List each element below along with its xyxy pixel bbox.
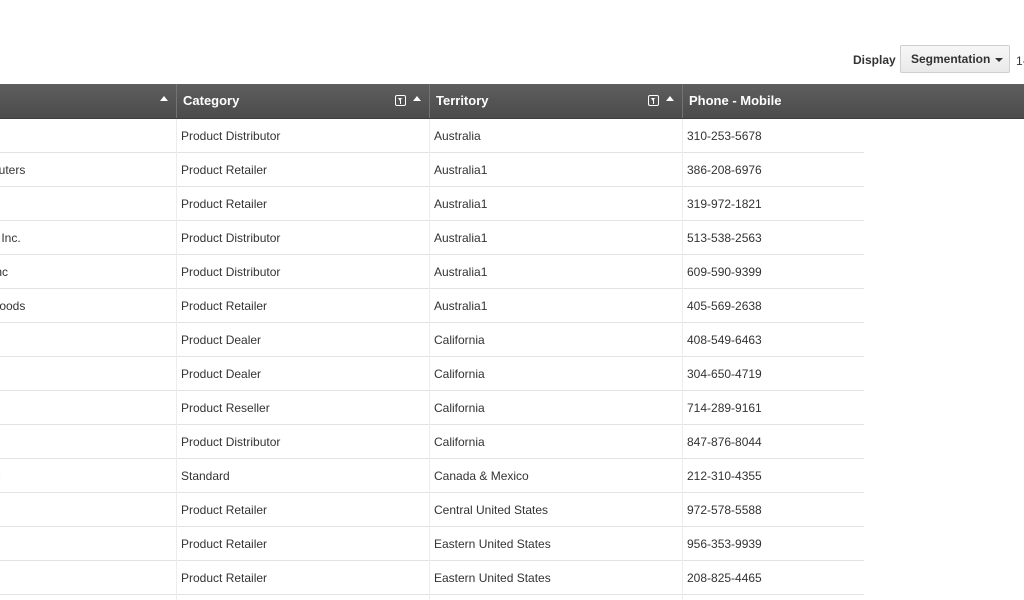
cell-phone-mobile: 386-208-6976 (687, 163, 762, 177)
column-divider (682, 119, 683, 600)
column-divider (176, 119, 177, 600)
cell-category: Product Dealer (181, 367, 262, 381)
cell-name: puters (0, 163, 26, 177)
cell-phone-mobile: 304-650-4719 (687, 367, 762, 381)
cell-territory: California (434, 401, 485, 415)
table-row[interactable]: Product Distributor Australia 310-253-56… (0, 119, 1024, 153)
cell-category: Product Retailer (181, 197, 268, 211)
table-row[interactable]: Product Retailer Central United States 9… (0, 493, 1024, 527)
records-grid: Category Territory Phone - Mobile Produc… (0, 84, 1024, 595)
cell-name (0, 119, 162, 153)
column-header-label: Phone - Mobile (689, 93, 782, 108)
cell-name (0, 561, 162, 595)
column-header-category[interactable]: Category (177, 84, 430, 118)
cell-phone-mobile: 956-353-9939 (687, 537, 762, 551)
table-row[interactable]: Foods Product Retailer Australia1 405-56… (0, 289, 1024, 323)
table-row[interactable]: Product Distributor California 847-876-8… (0, 425, 1024, 459)
cell-category: Product Distributor (181, 129, 281, 143)
sort-ascending-icon[interactable] (413, 96, 421, 101)
cell-phone-mobile: 609-590-9399 (687, 265, 762, 279)
cell-name (0, 425, 162, 459)
table-row[interactable]: Product Dealer California 304-650-4719 (0, 357, 1024, 391)
cell-territory: Australia1 (434, 163, 488, 177)
cell-phone-mobile: 714-289-9161 (687, 401, 762, 415)
table-row[interactable]: . Product Reseller California 714-289-91… (0, 391, 1024, 425)
cell-territory: Australia1 (434, 231, 488, 245)
cell-name (0, 493, 162, 527)
cell-territory: Canada & Mexico (434, 469, 529, 483)
column-divider (429, 119, 430, 600)
table-row[interactable]: Inc Product Distributor Australia1 609-5… (0, 255, 1024, 289)
cell-name: . (0, 391, 162, 425)
column-header-phone-mobile[interactable]: Phone - Mobile (683, 84, 1024, 118)
sort-ascending-icon[interactable] (666, 96, 674, 101)
cell-territory: Australia (434, 129, 481, 143)
cell-category: Standard (181, 469, 230, 483)
filter-icon[interactable] (395, 95, 406, 106)
cell-name (0, 323, 162, 357)
column-header-label: Territory (436, 93, 489, 108)
chevron-down-icon (995, 58, 1003, 62)
cell-category: Product Distributor (181, 435, 281, 449)
cell-phone-mobile: 405-569-2638 (687, 299, 762, 313)
column-header-name[interactable] (0, 84, 177, 118)
cell-phone-mobile: 847-876-8044 (687, 435, 762, 449)
grid-header: Category Territory Phone - Mobile (0, 84, 1024, 119)
cell-territory: Australia1 (434, 299, 488, 313)
cell-name: s Inc. (0, 231, 21, 245)
cell-category: Product Distributor (181, 265, 281, 279)
cell-phone-mobile: 208-825-4465 (687, 571, 762, 585)
table-row[interactable]: puters Product Retailer Australia1 386-2… (0, 153, 1024, 187)
cell-territory: Eastern United States (434, 571, 551, 585)
column-header-label: Category (183, 93, 240, 108)
grid-body: Product Distributor Australia 310-253-56… (0, 119, 1024, 595)
table-row[interactable]: Product Dealer California 408-549-6463 (0, 323, 1024, 357)
table-row[interactable]: Product Retailer Eastern United States 2… (0, 561, 1024, 595)
cell-category: Product Retailer (181, 571, 268, 585)
cell-category: Product Dealer (181, 333, 262, 347)
cell-category: Product Reseller (181, 401, 270, 415)
table-row[interactable]: Product Retailer Australia1 319-972-1821 (0, 187, 1024, 221)
pager-range: 1- (1016, 54, 1024, 68)
display-label: Display (853, 53, 896, 67)
cell-category: Product Retailer (181, 299, 268, 313)
segmentation-dropdown[interactable]: Segmentation (900, 45, 1010, 73)
cell-phone-mobile: 513-538-2563 (687, 231, 762, 245)
table-row[interactable]: Product Retailer Eastern United States 9… (0, 527, 1024, 561)
cell-name: Inc (0, 265, 9, 279)
cell-territory: Australia1 (434, 197, 488, 211)
cell-phone-mobile: 212-310-4355 (687, 469, 762, 483)
cell-territory: Central United States (434, 503, 549, 517)
cell-name (0, 187, 162, 221)
segmentation-value: Segmentation (911, 52, 991, 66)
grid-toolbar: Display Segmentation 1- (0, 45, 1024, 75)
cell-territory: Australia1 (434, 265, 488, 279)
cell-phone-mobile: 408-549-6463 (687, 333, 762, 347)
table-row[interactable]: C Standard Canada & Mexico 212-310-4355 (0, 459, 1024, 493)
filter-icon[interactable] (648, 95, 659, 106)
table-row[interactable]: s Inc. Product Distributor Australia1 51… (0, 221, 1024, 255)
cell-name: Foods (0, 299, 26, 313)
cell-name (0, 527, 162, 561)
cell-name (0, 357, 162, 391)
cell-territory: California (434, 435, 485, 449)
cell-phone-mobile: 319-972-1821 (687, 197, 762, 211)
cell-phone-mobile: 972-578-5588 (687, 503, 762, 517)
cell-category: Product Retailer (181, 163, 268, 177)
sort-ascending-icon[interactable] (160, 96, 168, 101)
cell-name: C (0, 459, 162, 493)
cell-category: Product Retailer (181, 503, 268, 517)
cell-territory: California (434, 367, 485, 381)
column-header-territory[interactable]: Territory (430, 84, 683, 118)
cell-territory: California (434, 333, 485, 347)
cell-category: Product Distributor (181, 231, 281, 245)
cell-territory: Eastern United States (434, 537, 551, 551)
cell-phone-mobile: 310-253-5678 (687, 129, 762, 143)
cell-category: Product Retailer (181, 537, 268, 551)
